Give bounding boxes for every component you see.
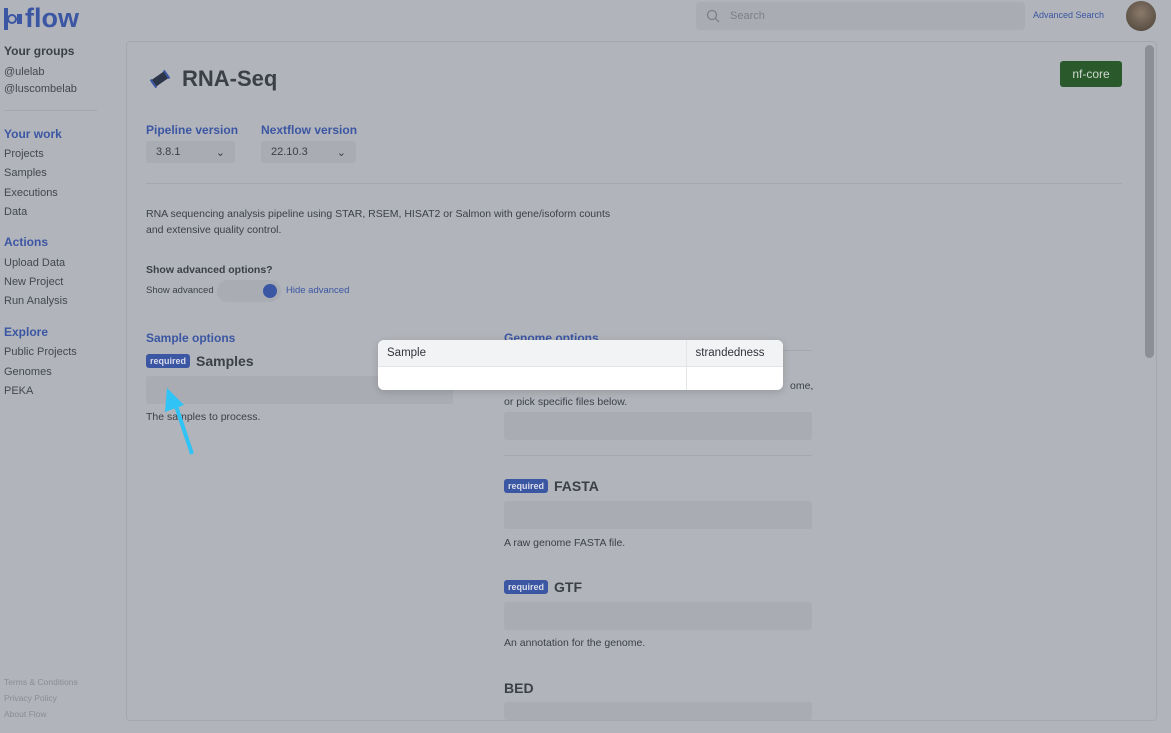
- genome-select[interactable]: [504, 412, 812, 440]
- genome-hint: or pick specific files below.: [504, 396, 628, 408]
- genome-hint-fragment: ome,: [790, 380, 814, 392]
- gtf-input[interactable]: [504, 602, 812, 630]
- avatar[interactable]: [1126, 1, 1156, 31]
- sidebar-item-executions[interactable]: Executions: [4, 187, 58, 199]
- groups-title: Your groups: [4, 44, 75, 58]
- footer-privacy[interactable]: Privacy Policy: [4, 693, 57, 703]
- advanced-question: Show advanced options?: [146, 264, 273, 276]
- bed-field-label: BED: [504, 680, 534, 696]
- sidebar-item-genomes[interactable]: Genomes: [4, 366, 52, 378]
- required-badge: required: [504, 479, 549, 493]
- search-input[interactable]: Search: [696, 2, 1025, 30]
- chevron-down-icon: ⌄: [336, 146, 346, 159]
- divider: [504, 455, 812, 456]
- sample-options-title: Sample options: [146, 331, 236, 345]
- samples-field-label: Samples: [196, 353, 254, 369]
- flow-logo-icon: [4, 7, 22, 30]
- fasta-hint: A raw genome FASTA file.: [504, 537, 626, 549]
- search-placeholder: Search: [730, 10, 765, 22]
- footer-about[interactable]: About Flow: [4, 709, 47, 719]
- advanced-toggle[interactable]: [217, 280, 281, 302]
- nextflow-version-label: Nextflow version: [261, 123, 358, 137]
- column-header-strandedness: strandedness: [685, 340, 783, 367]
- group-luscombelab[interactable]: @luscombelab: [4, 83, 77, 95]
- bed-input[interactable]: [504, 702, 812, 720]
- show-advanced-label: Show advanced: [146, 285, 214, 296]
- sidebar-item-samples[interactable]: Samples: [4, 167, 47, 179]
- nextflow-version-select[interactable]: 22.10.3 ⌄: [261, 141, 356, 163]
- required-badge: required: [146, 354, 191, 368]
- cell-sample[interactable]: [378, 366, 686, 390]
- fasta-field-label: FASTA: [554, 478, 599, 494]
- cell-strandedness[interactable]: [685, 366, 783, 390]
- divider: [146, 183, 1122, 184]
- page-title: RNA-Seq: [182, 66, 278, 91]
- sidebar-item-public-projects[interactable]: Public Projects: [4, 346, 77, 358]
- divider: [4, 110, 97, 111]
- group-ulelab[interactable]: @ulelab: [4, 66, 45, 78]
- sidebar-item-run-analysis[interactable]: Run Analysis: [4, 295, 68, 307]
- pipeline-version-label: Pipeline version: [146, 123, 239, 137]
- gtf-hint: An annotation for the genome.: [504, 637, 646, 649]
- nextflow-version-value: 22.10.3: [271, 146, 308, 158]
- sidebar-item-peka[interactable]: PEKA: [4, 385, 33, 397]
- fasta-input[interactable]: [504, 501, 812, 529]
- pipeline-version-value: 3.8.1: [156, 146, 181, 158]
- samples-table: Sample strandedness: [378, 340, 783, 390]
- chevron-down-icon: ⌄: [215, 146, 225, 159]
- column-header-sample: Sample: [378, 340, 686, 367]
- search-icon: [706, 9, 720, 23]
- scrollbar[interactable]: [1145, 45, 1154, 358]
- table-row[interactable]: [378, 366, 783, 390]
- sidebar-item-data[interactable]: Data: [4, 206, 27, 218]
- sidebar-item-upload-data[interactable]: Upload Data: [4, 257, 65, 269]
- toggle-knob: [263, 284, 277, 298]
- advanced-search-link[interactable]: Advanced Search: [1033, 10, 1104, 20]
- section-explore: Explore: [4, 325, 49, 339]
- flow-logo[interactable]: flow: [4, 3, 79, 34]
- sidebar-item-new-project[interactable]: New Project: [4, 276, 63, 288]
- footer-terms[interactable]: Terms & Conditions: [4, 677, 78, 687]
- pipeline-icon: [149, 70, 171, 88]
- app-name: flow: [25, 3, 79, 33]
- pipeline-version-select[interactable]: 3.8.1 ⌄: [146, 141, 235, 163]
- sidebar-item-projects[interactable]: Projects: [4, 148, 44, 160]
- samples-table-popup: Sample strandedness: [378, 340, 783, 390]
- nf-core-badge: nf-core: [1060, 61, 1122, 87]
- pipeline-description: RNA sequencing analysis pipeline using S…: [146, 208, 611, 236]
- required-badge: required: [504, 580, 549, 594]
- section-your-work: Your work: [4, 127, 62, 141]
- gtf-field-label: GTF: [554, 579, 583, 595]
- section-actions: Actions: [4, 235, 49, 249]
- pointer-arrow-icon: [165, 388, 194, 455]
- hide-advanced-label: Hide advanced: [286, 285, 350, 296]
